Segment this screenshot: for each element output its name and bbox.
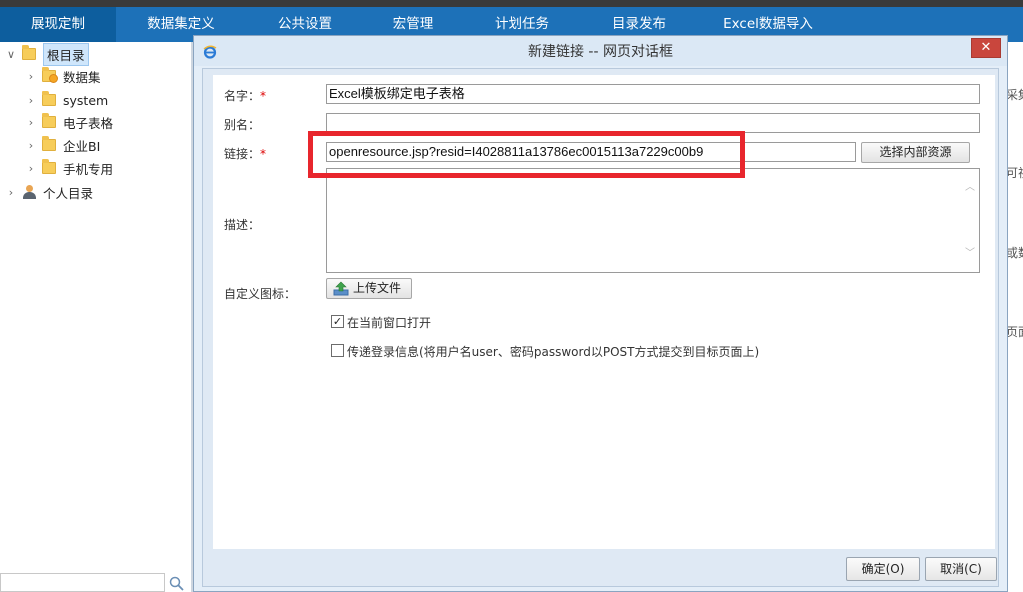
tree-node-enterprise-bi[interactable]: › 企业BI [24,134,100,156]
custom-icon-label: 自定义图标： [224,287,297,301]
upload-file-button[interactable]: 上传文件 [326,278,412,299]
folder-icon [42,91,56,106]
upload-icon [333,281,349,296]
chevron-right-icon[interactable]: › [24,138,38,152]
scroll-up-icon[interactable]: ︿ [964,183,976,193]
folder-icon [22,45,36,60]
chevron-right-icon[interactable]: › [24,93,38,107]
background-text: 页面 [1006,325,1023,339]
new-link-dialog: 新建链接 -- 网页对话框 ✕ 名字：* Excel模板绑定电子表格 别名： 链… [193,35,1008,592]
tree-node-label: 根目录 [43,42,89,66]
upload-file-label: 上传文件 [353,281,402,295]
dialog-title-bar[interactable]: 新建链接 -- 网页对话框 ✕ [194,36,1007,66]
chevron-right-icon[interactable]: › [24,161,38,175]
user-icon [22,185,36,199]
tree-node-label: 手机专用 [63,161,114,177]
description-label: 描述： [224,218,261,232]
tree-node-personal[interactable]: › 个人目录 [4,181,93,203]
ok-button[interactable]: 确定(O) [846,557,920,581]
dialog-title: 新建链接 -- 网页对话框 [527,44,673,60]
folder-icon [42,136,56,151]
background-text: 可视 [1006,166,1023,180]
tree-node-label: 电子表格 [63,115,114,131]
scroll-down-icon[interactable]: ﹀ [964,249,976,259]
link-label: 链接：* [224,147,267,161]
tree-node-dataset[interactable]: › 数据集 [24,65,101,87]
dataset-folder-icon [42,67,58,83]
select-resource-button[interactable]: 选择内部资源 [861,142,970,163]
tree-node-mobile[interactable]: › 手机专用 [24,157,113,179]
highlight-box [308,131,745,178]
tree-node-label: 企业BI [63,138,101,154]
search-icon[interactable] [169,576,184,591]
name-input[interactable]: Excel模板绑定电子表格 [326,84,980,104]
nav-tab-display-custom[interactable]: 展现定制 [0,7,116,42]
pass-login-info-checkbox[interactable] [331,344,344,357]
top-strip [0,0,1023,7]
chevron-down-icon[interactable]: ∨ [4,47,18,61]
tree-node-system[interactable]: › system [24,89,108,111]
tree-node-label: system [63,92,109,108]
tree-node-label: 个人目录 [43,185,94,201]
description-textarea[interactable]: ︿ ﹀ [326,168,980,273]
tree-node-root[interactable]: ∨ 根目录 [4,42,89,66]
folder-icon [42,159,56,174]
folder-icon [42,113,56,128]
tree-node-spreadsheet[interactable]: › 电子表格 [24,111,113,133]
chevron-right-icon[interactable]: › [4,185,18,199]
background-text: 采集 [1006,88,1023,102]
close-button[interactable]: ✕ [971,38,1001,58]
name-label: 名字：* [224,89,267,103]
alias-label: 别名： [224,118,261,132]
resource-tree: ∨ 根目录 › 数据集 › system › 电子表格 › 企业BI › 手机专… [0,42,192,592]
tree-node-label: 数据集 [63,69,101,85]
cancel-button[interactable]: 取消(C) [925,557,997,581]
background-text: 或数 [1006,246,1023,260]
pass-login-info-label[interactable]: 传递登录信息(将用户名user、密码password以POST方式提交到目标页面… [347,343,759,360]
open-current-window-label[interactable]: 在当前窗口打开 [347,314,431,331]
alias-input[interactable] [326,113,980,133]
open-current-window-checkbox[interactable]: ✓ [331,315,344,328]
tree-search-input[interactable] [0,573,165,592]
chevron-right-icon[interactable]: › [24,69,38,83]
chevron-right-icon[interactable]: › [24,115,38,129]
